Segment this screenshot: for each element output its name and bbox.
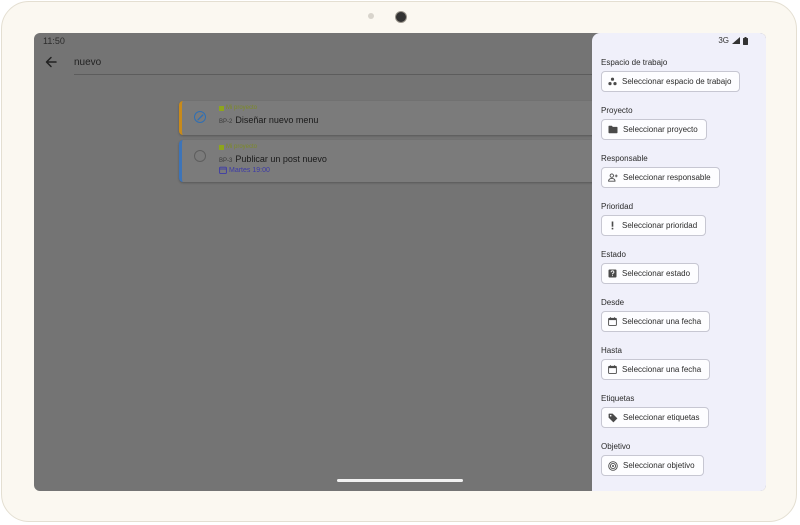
button-label: Seleccionar una fecha — [622, 317, 702, 326]
project-tag: Mi proyecto — [219, 105, 257, 111]
filter-label-assignee: Responsable — [601, 154, 648, 163]
panel-status: 3G — [718, 36, 748, 45]
filter-label-tags: Etiquetas — [601, 394, 635, 403]
project-color-icon — [219, 105, 224, 111]
target-icon — [608, 460, 618, 471]
select-goal-button[interactable]: Seleccionar objetivo — [601, 455, 704, 476]
calendar-icon — [219, 166, 227, 174]
completed-check-icon[interactable] — [194, 111, 206, 123]
select-priority-button[interactable]: Seleccionar prioridad — [601, 215, 707, 236]
button-label: Seleccionar etiquetas — [623, 413, 700, 422]
back-arrow-icon[interactable] — [44, 55, 58, 69]
signal-icon — [732, 37, 740, 44]
project-name: Mi proyecto — [226, 105, 258, 111]
filter-label-from: Desde — [601, 298, 625, 307]
tag-icon — [608, 413, 618, 422]
filter-label-status: Estado — [601, 250, 626, 259]
task-code: BP-3 — [219, 158, 233, 164]
status-icon — [608, 269, 617, 278]
priority-icon — [611, 221, 614, 230]
button-label: Seleccionar proyecto — [623, 125, 698, 134]
task-title: Publicar un post nuevo — [235, 154, 327, 164]
due-date-text: Martes 19:00 — [229, 166, 270, 174]
select-tags-button[interactable]: Seleccionar etiquetas — [601, 407, 709, 428]
status-bar: 11:50 — [34, 33, 594, 47]
filter-panel: 3G Espacio de trabajo Seleccionar espaci… — [592, 33, 766, 491]
filter-label-priority: Prioridad — [601, 202, 634, 211]
sensor-dot — [368, 13, 374, 19]
project-color-icon — [219, 144, 224, 150]
person-add-icon — [608, 173, 618, 182]
select-from-date-button[interactable]: Seleccionar una fecha — [601, 311, 711, 332]
filter-label-to: Hasta — [601, 346, 622, 355]
task-code: BP-2 — [219, 119, 233, 125]
filter-label-project: Proyecto — [601, 106, 633, 115]
select-status-button[interactable]: Seleccionar estado — [601, 263, 700, 284]
button-label: Seleccionar una fecha — [622, 365, 702, 374]
task-card[interactable]: Mi proyecto BP-3 Publicar un post nuevo … — [179, 140, 599, 182]
calendar-icon — [608, 365, 617, 374]
button-label: Seleccionar objetivo — [623, 461, 695, 470]
button-label: Seleccionar prioridad — [622, 221, 698, 230]
calendar-icon — [608, 317, 617, 326]
due-date: Martes 19:00 — [219, 166, 270, 174]
button-label: Seleccionar estado — [622, 269, 691, 278]
folder-icon — [608, 125, 618, 134]
task-title: Diseñar nuevo menu — [235, 115, 319, 125]
search-app-bar — [34, 47, 594, 77]
select-project-button[interactable]: Seleccionar proyecto — [601, 119, 707, 140]
workspace-icon — [608, 77, 617, 86]
status-time: 11:50 — [43, 36, 65, 46]
search-input[interactable] — [74, 53, 592, 71]
uncompleted-check-icon[interactable] — [194, 150, 206, 162]
battery-icon — [743, 36, 748, 45]
filter-label-workspace: Espacio de trabajo — [601, 58, 668, 67]
filter-label-goal: Objetivo — [601, 442, 631, 451]
select-workspace-button[interactable]: Seleccionar espacio de trabajo — [601, 71, 741, 92]
screen: 11:50 Mi proyecto BP-2 Diseñar nuevo men… — [34, 33, 766, 491]
project-tag: Mi proyecto — [219, 144, 257, 150]
front-camera — [396, 12, 406, 22]
network-type: 3G — [718, 36, 729, 45]
gesture-nav-handle[interactable] — [337, 479, 463, 482]
button-label: Seleccionar espacio de trabajo — [622, 77, 732, 86]
task-card[interactable]: Mi proyecto BP-2 Diseñar nuevo menu — [179, 101, 599, 135]
select-assignee-button[interactable]: Seleccionar responsable — [601, 167, 720, 188]
search-underline — [74, 74, 594, 75]
button-label: Seleccionar responsable — [623, 173, 711, 182]
select-to-date-button[interactable]: Seleccionar una fecha — [601, 359, 711, 380]
project-name: Mi proyecto — [226, 144, 258, 150]
